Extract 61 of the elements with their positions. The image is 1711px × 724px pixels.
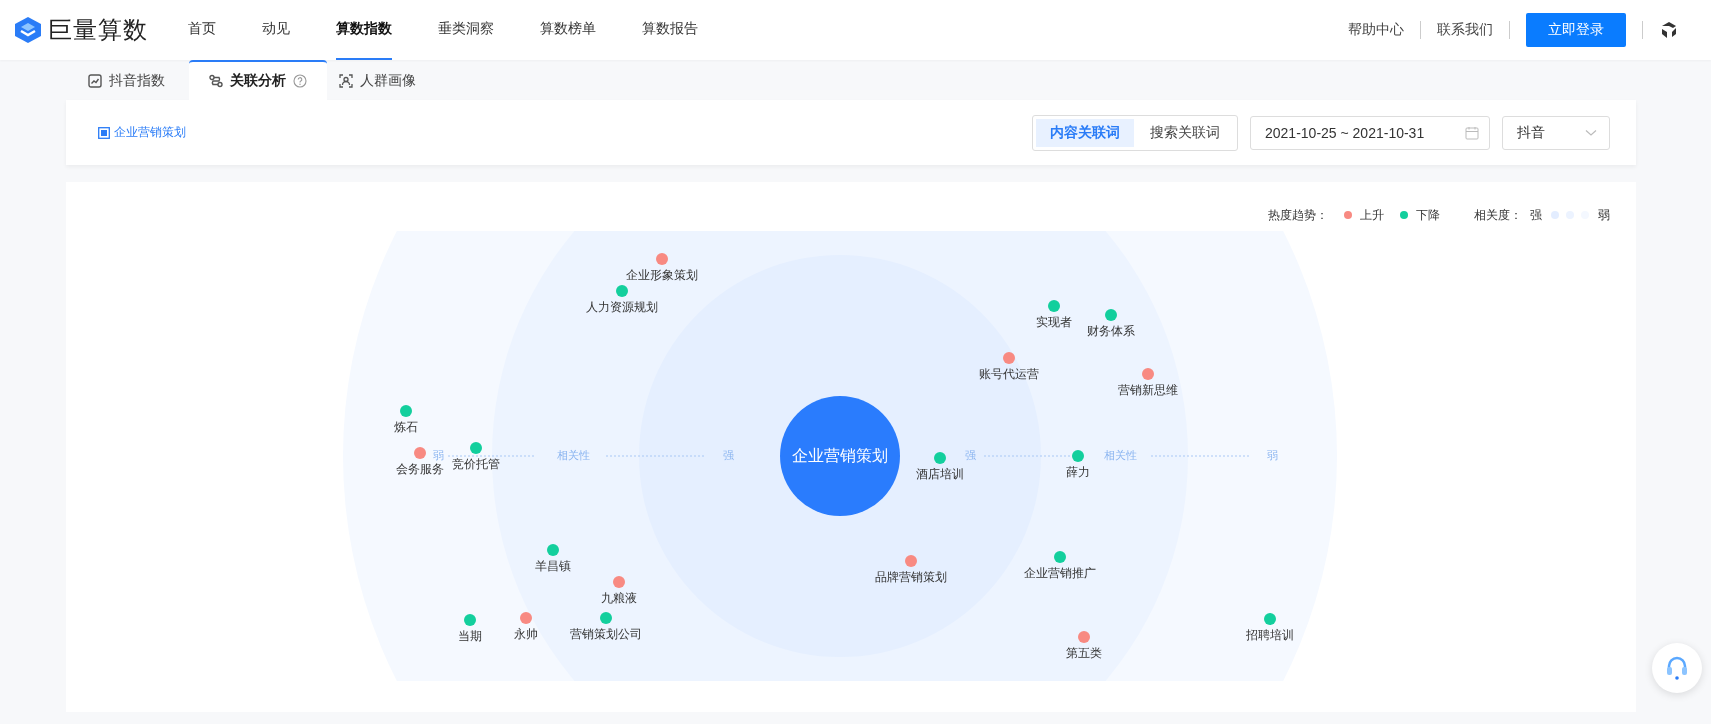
axis-label: 弱 [1266, 448, 1278, 463]
axis-label: 强 [722, 448, 734, 463]
header-link[interactable]: 帮助中心 [1348, 21, 1404, 39]
legend-title: 相关度： [1474, 206, 1522, 224]
axis-label: 强 [964, 448, 976, 463]
nav-link[interactable]: 算数榜单 [540, 0, 596, 60]
node-label: 薛力 [1066, 464, 1090, 481]
platform-select[interactable]: 抖音 [1502, 115, 1610, 150]
axis-label: 弱 [432, 448, 444, 463]
node-label: 第五类 [1066, 645, 1102, 662]
nav-link[interactable]: 算数报告 [642, 0, 698, 60]
tab[interactable]: 人群画像 [331, 62, 436, 100]
node-label: 品牌营销策划 [875, 569, 947, 586]
node-label: 营销新思维 [1118, 382, 1178, 399]
node-label: 账号代运营 [979, 366, 1039, 383]
nav-link[interactable]: 动见 [262, 0, 290, 60]
connection-icon [209, 74, 223, 88]
node-label: 实现者 [1036, 314, 1072, 331]
legend-label: 强 [1530, 206, 1542, 224]
app-logo-icon[interactable] [1659, 20, 1679, 40]
axis-label: 相关性 [1103, 448, 1137, 463]
node-label: 人力资源规划 [586, 299, 658, 316]
headset-icon [1665, 655, 1689, 681]
node-label: 竞价托管 [452, 456, 500, 473]
node-label: 招聘培训 [1246, 627, 1294, 644]
person-frame-icon [339, 74, 353, 88]
nav-link[interactable]: 首页 [188, 0, 216, 60]
nav-link[interactable]: 算数指数 [336, 0, 392, 60]
logo-icon [14, 16, 42, 44]
node-label: 酒店培训 [916, 466, 964, 483]
node-label: 营销策划公司 [570, 626, 642, 643]
brand-name: 巨量算数 [48, 15, 148, 45]
tab[interactable]: 关联分析 [189, 60, 327, 100]
node-label: 财务体系 [1087, 323, 1135, 340]
date-range-field[interactable]: 2021-10-25 ~ 2021-10-31 [1250, 115, 1490, 150]
legend-label: 下降 [1416, 206, 1440, 224]
axis-label: 相关性 [556, 448, 590, 463]
node-label: 九粮液 [601, 590, 637, 607]
node-label: 当期 [458, 628, 482, 645]
caret-icon [1585, 128, 1597, 137]
segment-option[interactable]: 搜索关联词 [1136, 118, 1234, 147]
node-label: 永帅 [514, 626, 538, 643]
legend-label: 弱 [1598, 206, 1610, 224]
line-chart-icon [88, 74, 102, 88]
calendar-icon [1465, 125, 1479, 140]
node-label: 炼石 [394, 419, 418, 436]
node-label: 企业形象策划 [626, 267, 698, 284]
legend-title: 热度趋势： [1268, 206, 1328, 224]
node-label: 企业营销推广 [1024, 565, 1096, 582]
support-button[interactable] [1652, 643, 1702, 693]
keyword-tag: 企业营销策划 [114, 124, 186, 141]
node-label: 会务服务 [396, 461, 444, 478]
node-label: 羊昌镇 [535, 558, 571, 575]
login-button[interactable]: 立即登录 [1526, 13, 1626, 47]
legend-label: 上升 [1360, 206, 1384, 224]
square-icon [98, 126, 110, 139]
relevance-scale-icon [1550, 211, 1590, 219]
nav-link[interactable]: 垂类洞察 [438, 0, 494, 60]
tab[interactable]: 抖音指数 [80, 62, 185, 100]
header-link[interactable]: 联系我们 [1437, 21, 1493, 39]
help-icon[interactable] [293, 74, 307, 88]
